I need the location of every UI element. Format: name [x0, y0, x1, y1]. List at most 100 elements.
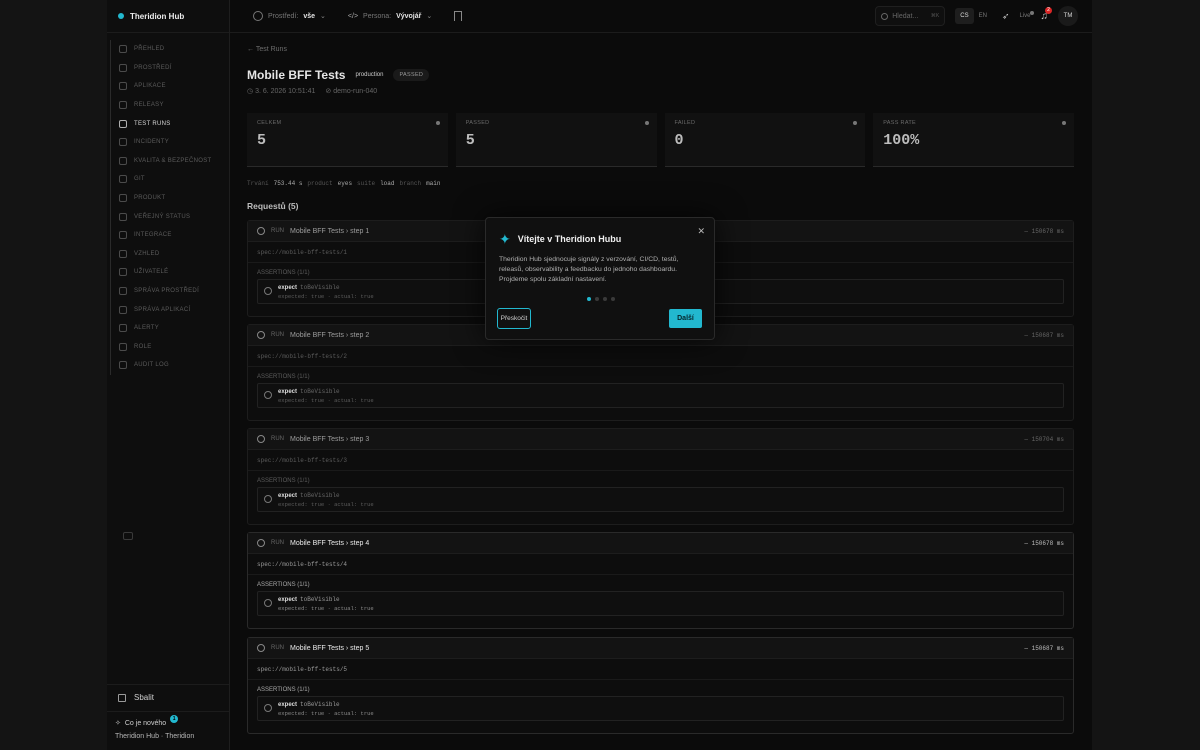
assertion-row: expect toBeVisible expected: true · actual…: [257, 591, 1064, 616]
request-url: spec://mobile-bff-tests/4: [248, 554, 1073, 575]
check-circle-icon: [264, 704, 272, 712]
sidebar-item[interactable]: SPRÁVA PROSTŘEDÍ: [110, 281, 229, 301]
bell-icon[interactable]: ♫ 2: [1041, 6, 1052, 22]
sidebar-item[interactable]: UŽIVATELÉ: [110, 263, 229, 282]
sidebar-item-label: SPRÁVA APLIKACÍ: [134, 306, 191, 313]
request-name: Mobile BFF Tests › step 2: [290, 331, 370, 339]
request-card[interactable]: RUN Mobile BFF Tests › step 5 — 150687 ms s…: [247, 637, 1074, 734]
sidebar-item[interactable]: GIT: [110, 170, 229, 189]
run-details: Trvání 753.44 s product eyes suite load bra…: [247, 180, 440, 187]
sidebar-item-label: UŽIVATELÉ: [134, 269, 169, 276]
persona-select[interactable]: </> Persona: Vývojář ⌄: [344, 6, 436, 26]
close-icon[interactable]: ✕: [697, 226, 705, 237]
search-shortcut: ⌘K: [930, 13, 940, 19]
rocket-icon[interactable]: ➶: [1002, 11, 1010, 22]
request-header[interactable]: RUN Mobile BFF Tests › step 3 — 150704 ms: [248, 429, 1073, 450]
live-toggle[interactable]: Live: [1019, 11, 1034, 19]
sidebar-item[interactable]: PRODUKT: [110, 188, 229, 208]
product-value: eyes: [337, 180, 353, 187]
request-name: Mobile BFF Tests › step 5: [290, 644, 370, 652]
nav-icon: [119, 138, 127, 147]
request-card[interactable]: RUN Mobile BFF Tests › step 3 — 150704 ms s…: [247, 428, 1074, 525]
nav-icon: [119, 175, 127, 184]
stat-label: PASS RATE: [883, 120, 917, 126]
lang-en[interactable]: EN: [974, 8, 992, 24]
sidebar-item[interactable]: APLIKACE: [110, 77, 229, 96]
stat-label: PASSED: [465, 120, 490, 126]
sidebar-item-label: VEŘEJNÝ STATUS: [134, 213, 191, 220]
stat-indicator-icon: [644, 121, 649, 125]
request-header[interactable]: RUN Mobile BFF Tests › step 4 — 150678 ms: [248, 533, 1073, 554]
nav-icon: [119, 156, 127, 165]
stat-indicator-icon: [853, 121, 858, 125]
sidebar-item[interactable]: TEST RUNS: [110, 114, 229, 133]
sidebar: Theridion Hub PŘEHLED PROSTŘEDÍ APLIKACE RE…: [107, 0, 230, 750]
sidebar-item[interactable]: INCIDENTY: [110, 132, 229, 152]
sidebar-item[interactable]: AUDIT LOG: [110, 356, 229, 375]
dialog-title: Vítejte v Theridion Hubu: [517, 234, 622, 244]
nav-icon: [119, 305, 127, 314]
back-link[interactable]: ← Test Runs: [247, 46, 287, 53]
assertion-matcher: toBeVisible: [300, 701, 340, 708]
sidebar-item[interactable]: KVALITA & BEZPEČNOST: [110, 151, 229, 171]
duration-value: 753.44 s: [273, 180, 303, 187]
nav-icon: [119, 82, 127, 91]
sidebar-item-label: INCIDENTY: [134, 139, 170, 146]
check-circle-icon: [264, 391, 272, 399]
brand[interactable]: Theridion Hub: [107, 0, 229, 33]
search-input[interactable]: Hledat... ⌘K: [875, 6, 946, 26]
duration-key: Trvání: [247, 180, 269, 187]
sidebar-item[interactable]: PŘEHLED: [110, 40, 229, 59]
environment-select[interactable]: Prostředí: vše ⌄: [249, 6, 330, 26]
stat-card: FAILED 0: [664, 113, 866, 167]
step-dot: [595, 297, 599, 301]
page-title: Mobile BFF Tests: [247, 68, 346, 82]
collapse-button[interactable]: Sbalit: [107, 684, 229, 712]
assertion-row: expect toBeVisible expected: true · actual…: [257, 383, 1064, 408]
skip-button[interactable]: Přeskočit: [497, 308, 531, 329]
sidebar-item[interactable]: PROSTŘEDÍ: [110, 58, 229, 78]
sidebar-item[interactable]: INTEGRACE: [110, 225, 229, 245]
nav-icon: [119, 342, 127, 351]
stat-card: PASS RATE 100%: [873, 113, 1074, 167]
assertions-label: ASSERTIONS (1/1): [257, 374, 310, 380]
sidebar-item[interactable]: ROLE: [110, 337, 229, 357]
nav-icon: [119, 63, 127, 72]
stat-indicator-icon: [435, 121, 440, 125]
collapse-label: Sbalit: [134, 693, 155, 702]
check-circle-icon: [257, 227, 265, 235]
whats-new-badge: 1: [170, 715, 179, 723]
request-duration: — 150704 ms: [1024, 435, 1064, 443]
sidebar-item-label: APLIKACE: [134, 83, 166, 90]
assertions-label: ASSERTIONS (1/1): [257, 478, 310, 484]
lang-cs[interactable]: CS: [955, 8, 974, 24]
sidebar-item[interactable]: ALERTY: [110, 318, 229, 338]
check-circle-icon: [257, 435, 265, 443]
assertion-row: expect toBeVisible expected: true · actual…: [257, 487, 1064, 512]
request-header[interactable]: RUN Mobile BFF Tests › step 5 — 150687 ms: [248, 638, 1073, 659]
sidebar-item[interactable]: VEŘEJNÝ STATUS: [110, 207, 229, 226]
assertion-expect: expect toBeVisible: [278, 596, 1057, 603]
assertions-label: ASSERTIONS (1/1): [257, 582, 310, 588]
dialog-header: ✦ Vítejte v Theridion Hubu: [499, 232, 621, 246]
left-gutter: [0, 0, 107, 750]
bookmark-icon[interactable]: [454, 11, 463, 21]
assertion-keyword: expect: [278, 493, 298, 499]
sidebar-footer: Theridion Hub · Theridion: [115, 733, 195, 740]
step-indicator: [587, 297, 615, 301]
stats-row: CELKEM 5 PASSED 5 FAILED 0 PASS RATE 100%: [247, 113, 1074, 167]
assertion-matcher: toBeVisible: [300, 284, 340, 291]
suite-value: load: [380, 180, 395, 187]
request-card[interactable]: RUN Mobile BFF Tests › step 4 — 150678 ms s…: [247, 532, 1074, 629]
sidebar-item[interactable]: VZHLED: [110, 244, 229, 264]
whats-new-link[interactable]: ✧ Co je nového 1: [115, 715, 179, 727]
keyboard-icon[interactable]: [123, 532, 133, 540]
next-button[interactable]: Další: [669, 309, 702, 328]
right-gutter: [1092, 0, 1200, 750]
assertions-label: ASSERTIONS (1/1): [257, 687, 310, 693]
sidebar-item[interactable]: RELEASY: [110, 95, 229, 115]
avatar[interactable]: TM: [1058, 6, 1078, 26]
stat-label: FAILED: [674, 120, 696, 126]
branch-value: main: [426, 180, 441, 187]
sidebar-item[interactable]: SPRÁVA APLIKACÍ: [110, 300, 229, 319]
